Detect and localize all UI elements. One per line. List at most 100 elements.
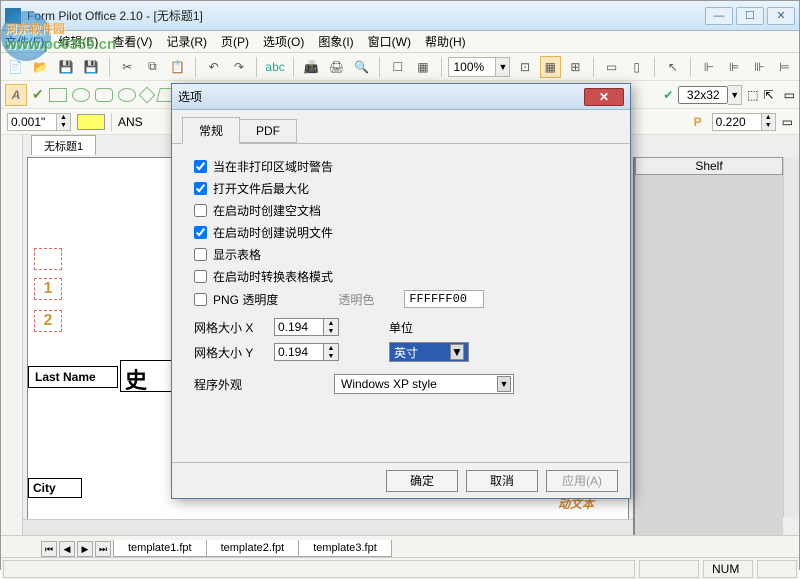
print-icon[interactable]: 🖨 [326,56,347,78]
dialog-titlebar[interactable]: 选项 ✕ [172,84,630,110]
cancel-button[interactable]: 取消 [466,470,538,492]
chk-png-transparency[interactable] [194,293,207,306]
zoom-dropdown[interactable]: ▼ [496,57,510,77]
grid-y-up[interactable]: ▲ [324,344,338,352]
linewidth-input[interactable] [7,113,57,131]
document-tab[interactable]: 无标题1 [31,135,96,155]
misc1-icon[interactable]: ⬚ [747,88,758,102]
save-icon[interactable]: 💾 [55,56,76,78]
align1-icon[interactable]: ⊩ [698,56,719,78]
style-select[interactable]: Windows XP style ▼ [334,374,514,394]
file-tabs: ⏮ ◀ ▶ ⏭ template1.fpt template2.fpt temp… [1,535,799,557]
misc3-icon[interactable]: ▭ [784,88,795,102]
tab-next-icon[interactable]: ▶ [77,541,93,557]
page2-icon[interactable]: ▯ [626,56,647,78]
copy-icon[interactable]: ⧉ [142,56,163,78]
p-up[interactable]: ▲ [762,114,775,122]
snap-icon[interactable]: ⊞ [565,56,586,78]
scan-icon[interactable]: 📠 [301,56,322,78]
align4-icon[interactable]: ⊨ [774,56,795,78]
menu-edit[interactable]: 编辑(E) [58,33,98,50]
undo-icon[interactable]: ↶ [203,56,224,78]
paste-icon[interactable]: 📋 [167,56,188,78]
redo-icon[interactable]: ↷ [228,56,249,78]
linewidth-up[interactable]: ▲ [57,114,70,122]
chevron-down-icon: ▼ [450,344,464,360]
maximize-button[interactable]: ☐ [736,7,764,25]
chk-maximize[interactable] [194,182,207,195]
menu-view[interactable]: 查看(V) [112,33,152,50]
p-tool-icon[interactable]: ▭ [782,115,793,129]
vertical-scrollbar[interactable] [783,157,799,517]
pointer-icon[interactable]: ↖ [662,56,683,78]
tab-prev-icon[interactable]: ◀ [59,541,75,557]
ellipse-shape-icon[interactable] [72,88,90,102]
spellcheck-icon[interactable]: abc [264,56,285,78]
tab-first-icon[interactable]: ⏮ [41,541,57,557]
grid-x-input[interactable] [274,318,324,336]
roundrect-shape-icon[interactable] [95,88,113,102]
chk-show-grid[interactable] [194,248,207,261]
ok-button[interactable]: 确定 [386,470,458,492]
chk-warn-nonprint[interactable] [194,160,207,173]
menu-image[interactable]: 图象(I) [318,33,353,50]
size-dropdown[interactable]: ▼ [728,85,742,105]
horizontal-scrollbar[interactable] [23,519,633,535]
grid-y-input[interactable] [274,343,324,361]
linewidth-down[interactable]: ▼ [57,122,70,130]
saveall-icon[interactable]: 💾 [81,56,102,78]
zoomfit-icon[interactable]: ⊡ [514,56,535,78]
chk-instructions[interactable] [194,226,207,239]
chk-blank-doc[interactable] [194,204,207,217]
p-input[interactable] [712,113,762,131]
tab-general[interactable]: 常规 [182,117,240,144]
fill-icon[interactable]: ▦ [412,56,433,78]
color-swatch[interactable] [77,114,105,130]
marker-box[interactable] [34,248,62,270]
menu-record[interactable]: 记录(R) [166,33,207,50]
options-dialog: 选项 ✕ 常规 PDF 当在非打印区域时警告 打开文件后最大化 在启动时创建空文… [171,83,631,499]
style-value: Windows XP style [341,377,437,391]
grid-toggle-icon[interactable]: ▦ [540,56,561,78]
check-green-icon[interactable]: ✔ [32,86,44,103]
tab-pdf[interactable]: PDF [239,119,297,143]
grid-y-down[interactable]: ▼ [324,352,338,360]
circle-shape-icon[interactable] [118,88,136,102]
grid-x-up[interactable]: ▲ [324,319,338,327]
cut-icon[interactable]: ✂ [117,56,138,78]
page-icon[interactable]: ▭ [601,56,622,78]
menu-page[interactable]: 页(P) [221,33,249,50]
marker-1[interactable]: 1 [34,278,62,300]
align3-icon[interactable]: ⊪ [749,56,770,78]
apply-button[interactable]: 应用(A) [546,470,618,492]
zoom-input[interactable] [448,57,496,77]
file-tab-1[interactable]: template1.fpt [113,540,207,557]
text-tool-icon[interactable]: A [5,84,27,106]
transp-color-value[interactable]: FFFFFF00 [404,290,484,308]
menu-options[interactable]: 选项(O) [263,33,304,50]
size-input[interactable] [678,86,728,104]
chk-grid-mode[interactable] [194,270,207,283]
align2-icon[interactable]: ⊫ [724,56,745,78]
unit-select[interactable]: 英寸 ▼ [389,342,469,362]
minimize-button[interactable]: — [705,7,733,25]
rect-shape-icon[interactable] [49,88,67,102]
tool-icon[interactable]: ☐ [387,56,408,78]
status-cell-1 [639,560,699,578]
main-toolbar: 📄 📂 💾 💾 ✂ ⧉ 📋 ↶ ↷ abc 📠 🖨 🔍 ☐ ▦ ▼ ⊡ ▦ ⊞ … [1,53,799,81]
menu-help[interactable]: 帮助(H) [425,33,466,50]
status-cell-3 [757,560,797,578]
grid-x-down[interactable]: ▼ [324,327,338,335]
file-tab-3[interactable]: template3.fpt [298,540,392,557]
p-down[interactable]: ▼ [762,122,775,130]
diamond-shape-icon[interactable] [138,86,155,103]
dialog-close-button[interactable]: ✕ [584,88,624,106]
tab-last-icon[interactable]: ⏭ [95,541,111,557]
preview-icon[interactable]: 🔍 [351,56,372,78]
file-tab-2[interactable]: template2.fpt [206,540,300,557]
close-button[interactable]: ✕ [767,7,795,25]
menu-window[interactable]: 窗口(W) [368,33,411,50]
checkmark-icon[interactable]: ✔ [663,88,673,102]
misc2-icon[interactable]: ⇱ [764,88,774,102]
marker-2[interactable]: 2 [34,310,62,332]
